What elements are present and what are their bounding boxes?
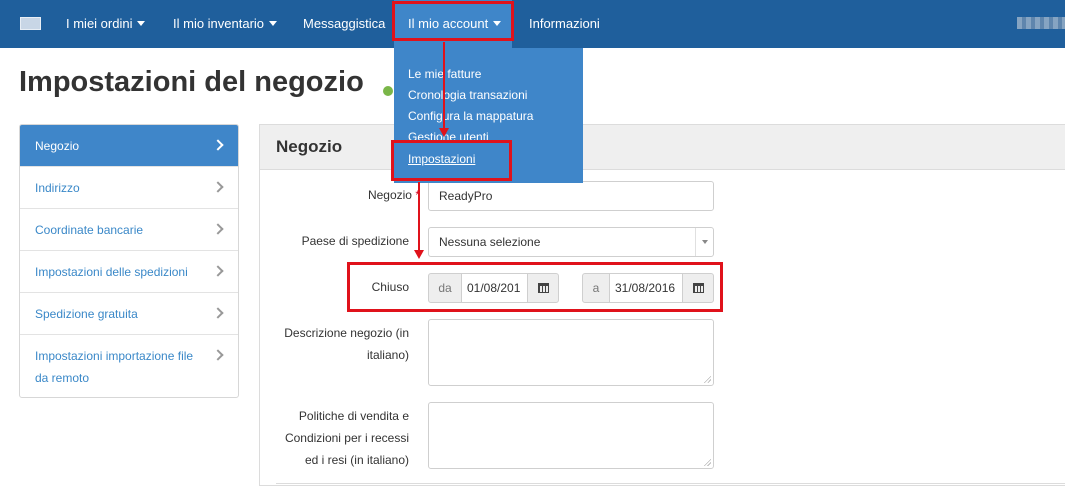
policy-label: Politiche di vendita e Condizioni per i … bbox=[284, 409, 409, 467]
nav-messaging-label: Messaggistica bbox=[303, 16, 386, 31]
sidebar-item-shop[interactable]: Negozio bbox=[20, 125, 238, 167]
nav-my-account-label: Il mio account bbox=[408, 16, 489, 31]
policy-textarea[interactable] bbox=[428, 402, 714, 469]
from-calendar-button[interactable] bbox=[527, 273, 559, 303]
closed-label: Chiuso bbox=[371, 280, 409, 294]
sidebar-item-bank-details[interactable]: Coordinate bancarie bbox=[20, 209, 238, 251]
menu-item-settings[interactable]: Impostazioni bbox=[408, 152, 475, 166]
panel-divider bbox=[276, 483, 1065, 484]
sidebar-item-address[interactable]: Indirizzo bbox=[20, 167, 238, 209]
dropdown-arrow-icon bbox=[695, 228, 713, 256]
nav-messaging[interactable]: Messaggistica bbox=[303, 0, 385, 48]
chevron-right-icon bbox=[212, 223, 224, 235]
required-mark: * bbox=[415, 188, 420, 202]
sidebar-item-remote-file-import[interactable]: Impostazioni importazione file da remoto bbox=[20, 335, 238, 397]
chevron-right-icon bbox=[212, 349, 224, 361]
closed-to-date-input[interactable]: 31/08/2016 bbox=[609, 273, 683, 303]
panel-header: Negozio bbox=[260, 125, 1065, 170]
nav-my-account[interactable]: Il mio account bbox=[394, 0, 512, 48]
chevron-right-icon bbox=[212, 265, 224, 277]
nav-my-inventory-label: Il mio inventario bbox=[173, 16, 265, 31]
chevron-right-icon bbox=[212, 181, 224, 193]
menu-item-invoices[interactable]: Le mie fatture bbox=[408, 67, 481, 81]
top-nav-bar: I miei ordini Il mio inventario Messaggi… bbox=[0, 0, 1065, 48]
nav-information[interactable]: Informazioni bbox=[529, 0, 600, 48]
caret-down-icon bbox=[493, 21, 502, 27]
sidebar-item-label: Spedizione gratuita bbox=[35, 307, 138, 321]
panel-title: Negozio bbox=[276, 137, 343, 156]
page-title: Impostazioni del negozio bbox=[19, 66, 364, 98]
shipping-country-select[interactable]: Nessuna selezione bbox=[428, 227, 714, 257]
sidebar-item-label: Impostazioni delle spedizioni bbox=[35, 265, 188, 279]
shop-name-label-text: Negozio bbox=[367, 188, 412, 202]
calendar-icon bbox=[538, 283, 549, 293]
menu-item-mapping-config[interactable]: Configura la mappatura bbox=[408, 109, 533, 123]
user-menu-blurred[interactable] bbox=[1017, 17, 1065, 29]
to-addon: a bbox=[582, 273, 610, 303]
calendar-icon bbox=[693, 283, 704, 293]
sidebar-item-label: Negozio bbox=[35, 139, 80, 153]
status-indicator bbox=[383, 86, 393, 96]
shipping-country-value: Nessuna selezione bbox=[439, 235, 541, 249]
description-label: Descrizione negozio (in italiano) bbox=[284, 326, 409, 362]
shop-name-label: Negozio * bbox=[320, 184, 420, 206]
shipping-country-label: Paese di spedizione bbox=[301, 234, 409, 248]
shop-settings-panel: Negozio Negozio * ReadyPro Paese di sped… bbox=[259, 124, 1065, 486]
sidebar-item-shipping-settings[interactable]: Impostazioni delle spedizioni bbox=[20, 251, 238, 293]
caret-down-icon bbox=[137, 21, 146, 27]
resize-grip-icon[interactable] bbox=[703, 375, 711, 383]
nav-my-inventory[interactable]: Il mio inventario bbox=[173, 0, 278, 48]
settings-sidebar: Negozio Indirizzo Coordinate bancarie Im… bbox=[19, 124, 239, 398]
shop-name-input[interactable]: ReadyPro bbox=[428, 181, 714, 211]
resize-grip-icon[interactable] bbox=[703, 458, 711, 466]
nav-my-orders[interactable]: I miei ordini bbox=[66, 0, 146, 48]
sidebar-item-label: Impostazioni importazione file da remoto bbox=[35, 349, 194, 385]
description-textarea[interactable] bbox=[428, 319, 714, 386]
nav-information-label: Informazioni bbox=[529, 16, 600, 31]
sidebar-item-free-shipping[interactable]: Spedizione gratuita bbox=[20, 293, 238, 335]
chevron-right-icon bbox=[212, 307, 224, 319]
menu-item-user-management[interactable]: Gestione utenti bbox=[408, 130, 489, 142]
closed-from-date-input[interactable]: 01/08/201 bbox=[461, 273, 528, 303]
caret-down-icon bbox=[269, 21, 278, 27]
chevron-right-icon bbox=[212, 139, 224, 151]
sidebar-item-label: Coordinate bancarie bbox=[35, 223, 144, 237]
menu-item-transaction-history[interactable]: Cronologia transazioni bbox=[408, 88, 527, 102]
account-dropdown-menu: Le mie fatture Cronologia transazioni Co… bbox=[394, 48, 583, 183]
nav-my-orders-label: I miei ordini bbox=[66, 16, 133, 31]
from-addon: da bbox=[428, 273, 462, 303]
to-calendar-button[interactable] bbox=[682, 273, 714, 303]
logo[interactable] bbox=[20, 17, 41, 30]
sidebar-item-label: Indirizzo bbox=[35, 181, 80, 195]
